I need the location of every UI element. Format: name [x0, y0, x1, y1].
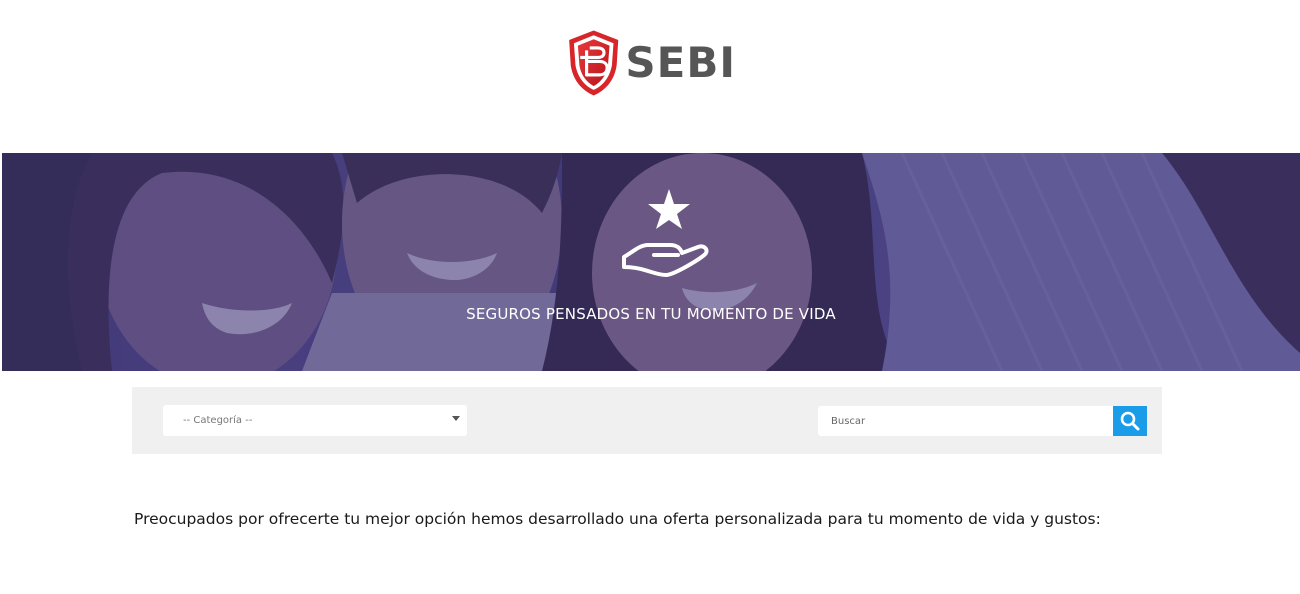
site-header: SEBI	[0, 0, 1300, 153]
filter-bar: -- Categoría --	[132, 387, 1162, 454]
category-selected-value: -- Categoría --	[183, 415, 253, 426]
search-input[interactable]	[818, 406, 1113, 436]
intro-paragraph: Preocupados por ofrecerte tu mejor opció…	[134, 510, 1101, 528]
search-button[interactable]	[1113, 406, 1147, 436]
sebi-logo[interactable]: SEBI	[566, 20, 736, 106]
dropdown-caret-icon	[452, 416, 460, 421]
brand-name: SEBI	[625, 38, 736, 87]
search-icon	[1120, 411, 1140, 431]
category-dropdown[interactable]: -- Categoría --	[163, 405, 467, 436]
hand-star-icon	[622, 189, 709, 277]
hero-title: SEGUROS PENSADOS EN TU MOMENTO DE VIDA	[466, 305, 836, 323]
hero-banner: SEGUROS PENSADOS EN TU MOMENTO DE VIDA	[2, 153, 1300, 371]
shield-logo-icon	[569, 30, 619, 96]
